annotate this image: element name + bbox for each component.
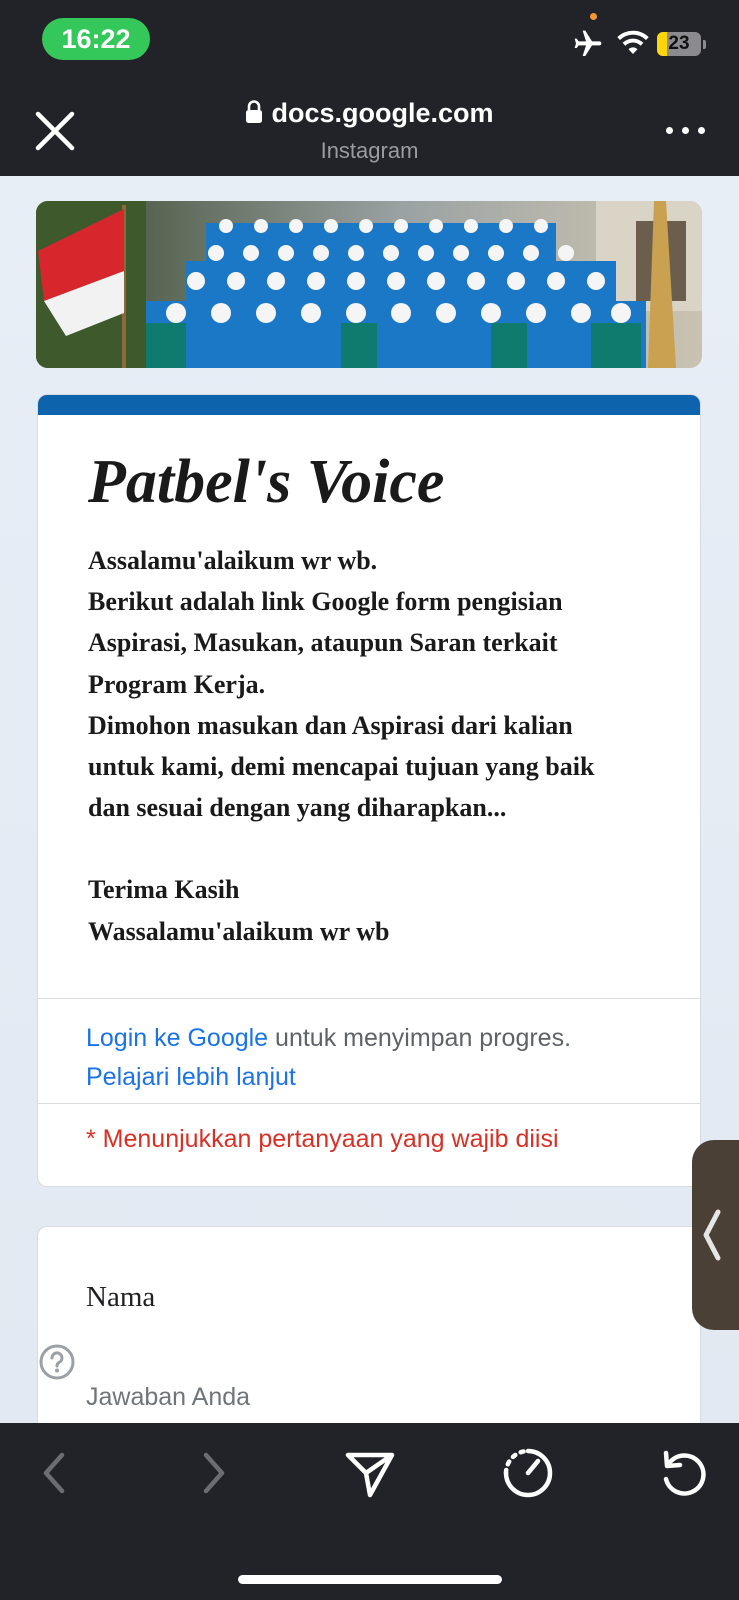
- airplane-icon: [574, 30, 602, 56]
- divider: [38, 1103, 700, 1104]
- send-icon: [345, 1452, 395, 1498]
- speed-button[interactable]: [498, 1443, 558, 1503]
- forward-button[interactable]: [182, 1443, 242, 1503]
- home-indicator[interactable]: [238, 1575, 502, 1584]
- description-line: Assalamu'alaikum wr wb.: [88, 546, 378, 575]
- description-line: Berikut adalah link Google form pengisia…: [88, 587, 563, 617]
- bottom-toolbar: [0, 1423, 739, 1600]
- description-line: [88, 828, 668, 869]
- description-line: Aspirasi, Masukan, ataupun Saran terkait: [88, 628, 558, 658]
- status-time: 16:22: [42, 18, 150, 60]
- url-text: docs.google.com: [271, 98, 494, 128]
- more-options-button[interactable]: [664, 112, 708, 148]
- login-notice-text: untuk menyimpan progres.: [268, 1024, 572, 1052]
- url-display[interactable]: docs.google.com: [0, 98, 739, 129]
- description-line: Dimohon masukan dan Aspirasi dari kalian: [88, 710, 573, 740]
- form-header-card: Patbel's Voice Assalamu'alaikum wr wb. B…: [37, 394, 701, 1187]
- learn-more-link[interactable]: Pelajari lebih lanjut: [86, 1063, 296, 1091]
- description-line: Program Kerja.: [88, 669, 266, 699]
- back-button[interactable]: [26, 1443, 86, 1503]
- battery-icon: 23: [657, 32, 701, 56]
- source-app-label: Instagram: [320, 138, 419, 163]
- answer-input[interactable]: Jawaban Anda: [86, 1383, 250, 1412]
- accent-bar: [38, 395, 700, 415]
- form-content[interactable]: Patbel's Voice Assalamu'alaikum wr wb. B…: [0, 176, 739, 1423]
- question-label: Nama: [86, 1281, 156, 1313]
- back-arrow-icon: [43, 1452, 65, 1494]
- forward-arrow-icon: [203, 1452, 225, 1494]
- speed-icon: [503, 1448, 553, 1498]
- side-panel-tab[interactable]: [692, 1140, 739, 1330]
- wifi-icon: [617, 30, 649, 54]
- battery-level: 23: [668, 33, 690, 54]
- login-notice: Login ke Google untuk menyimpan progres.…: [86, 1019, 686, 1097]
- description-line: Terima Kasih: [88, 875, 240, 905]
- chevron-left-icon: [703, 1209, 721, 1261]
- reload-button[interactable]: [654, 1443, 714, 1503]
- mic-indicator-dot: [590, 13, 597, 20]
- form-title: Patbel's Voice: [88, 448, 445, 516]
- reload-icon: [663, 1450, 706, 1496]
- required-note: * Menunjukkan pertanyaan yang wajib diis…: [86, 1125, 559, 1153]
- form-header-image: [36, 201, 702, 368]
- form-description: Assalamu'alaikum wr wb. Berikut adalah l…: [88, 540, 668, 952]
- battery-tip: [703, 40, 706, 49]
- login-google-link[interactable]: Login ke Google: [86, 1024, 268, 1052]
- status-icons: 23: [559, 28, 739, 64]
- description-line: Wassalamu'alaikum wr wb: [88, 916, 390, 946]
- help-icon[interactable]: [38, 1343, 76, 1381]
- description-line: untuk kami, demi mencapai tujuan yang ba…: [88, 752, 595, 782]
- lock-icon: [246, 100, 263, 123]
- browser-header: docs.google.com Instagram: [0, 80, 739, 176]
- status-bar: 16:22 23: [0, 0, 739, 80]
- share-button[interactable]: [340, 1443, 400, 1503]
- description-line: dan sesuai dengan yang diharapkan...: [88, 793, 507, 823]
- divider: [38, 998, 700, 999]
- question-card: Nama Jawaban Anda: [37, 1226, 701, 1423]
